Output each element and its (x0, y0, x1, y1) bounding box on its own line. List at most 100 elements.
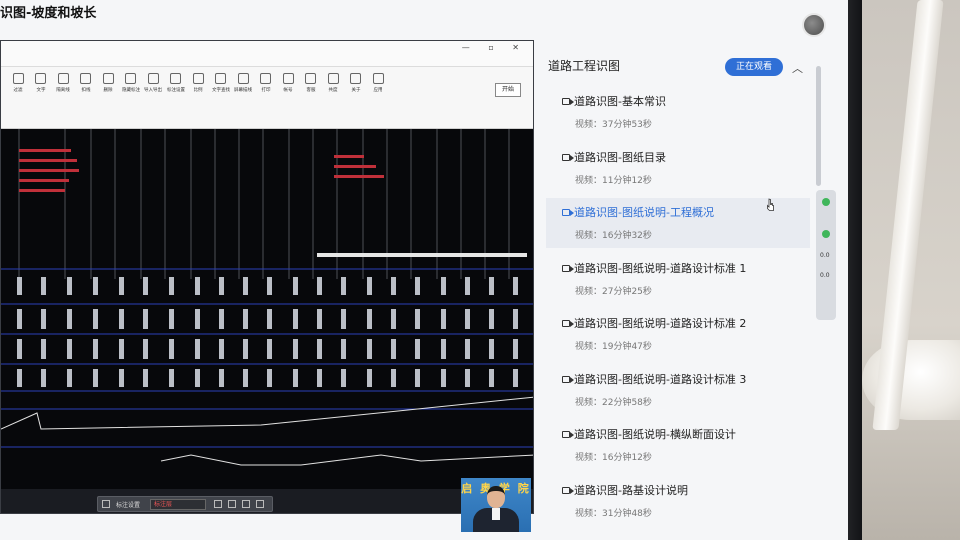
ribbon-tool-label: 过滤 (13, 87, 23, 93)
video-icon (562, 209, 574, 216)
scrollbar[interactable] (816, 66, 821, 186)
video-icon (562, 153, 574, 161)
move-icon[interactable] (228, 500, 236, 508)
lesson-duration: 视频：31分钟48秒 (575, 508, 652, 519)
lesson-title: 道路识图-图纸说明-工程概况 (574, 206, 714, 219)
lesson-title: 道路识图-路基设计说明 (574, 483, 688, 497)
lesson-title: 道路识图-图纸说明-横纵断面设计 (574, 428, 736, 441)
lesson-item[interactable]: 道路识图-基本常识 视频：37分钟53秒 (546, 87, 810, 137)
lesson-item[interactable]: 道路识图-图纸目录 视频：11分钟12秒 (546, 143, 810, 193)
lesson-item[interactable]: 道路识图-图纸说明-横纵断面设计 视频：16分钟12秒 (546, 420, 810, 470)
grid-icon[interactable] (102, 500, 110, 508)
lesson-item[interactable]: 道路识图-图纸说明-道路设计标准 1 视频：27分钟25秒 (546, 254, 810, 304)
ribbon-tool-label: 导入导出 (143, 87, 162, 93)
layers-icon[interactable] (256, 500, 264, 508)
video-icon (562, 98, 574, 105)
video-icon (562, 431, 574, 438)
status-dot-icon (822, 198, 830, 206)
ribbon-tool-label: 屏幕描线 (233, 87, 252, 93)
lesson-item[interactable]: 道路识图-图纸说明-道路设计标准 3 视频：22分钟58秒 (546, 365, 810, 415)
lesson-duration: 视频：19分钟47秒 (575, 342, 652, 352)
lesson-duration: 视频：22分钟58秒 (575, 397, 652, 408)
video-icon (562, 486, 574, 494)
tool-icon (57, 73, 69, 84)
lesson-title: 道路识图-基本常识 (574, 95, 666, 108)
lesson-duration: 视频：11分钟12秒 (575, 175, 652, 186)
tool-icon (305, 73, 316, 84)
lesson-item[interactable]: 道路识图-路基设计说明 视频：31分钟48秒 (546, 476, 810, 526)
ribbon-tool-label: 关于 (350, 87, 360, 93)
ribbon-tool-label: 文字 (35, 87, 45, 93)
tool-icon (237, 73, 249, 84)
ribbon-tool[interactable]: 应用 (365, 73, 391, 93)
lesson-title: 道路识图-图纸说明-道路设计标准 1 (574, 261, 747, 275)
presenter-head (487, 486, 505, 508)
ribbon-tool-label: 标注设置 (166, 87, 185, 93)
status-dot-icon (822, 230, 830, 238)
app-ribbon: 过滤 文字 隔离线 扣线 删除 隐藏标注 导入导出 标注设置 比例 文字查找 屏幕描线 打印 帐号 客服 共… (1, 67, 533, 129)
open-button[interactable]: 开始 (495, 83, 521, 97)
video-player[interactable]: — ▫ ✕ 过滤 文字 隔离线 扣线 删除 隐藏标注 导入导出 标注设置 比例 文字查找 屏幕描线 打… (0, 40, 534, 514)
ribbon-tool-label: 打印 (260, 87, 270, 93)
lesson-duration: 视频：16分钟32秒 (575, 231, 652, 241)
annotation-settings-label: 标注设置 (116, 502, 141, 509)
app-window-titlebar: — ▫ ✕ (1, 41, 533, 67)
tool-icon (35, 73, 46, 84)
lesson-duration: 视频：37分钟53秒 (575, 120, 652, 130)
tool-icon (350, 73, 361, 84)
tool-icon (147, 73, 159, 84)
lesson-title: 道路识图-图纸说明-道路设计标准 3 (574, 372, 747, 386)
cad-drawing-canvas (1, 129, 533, 466)
ribbon-tool-label: 文字查找 (211, 87, 230, 93)
watching-badge: 正在观看 (725, 58, 783, 76)
lesson-duration: 视频：16分钟12秒 (575, 453, 652, 463)
window-controls[interactable]: — ▫ ✕ (462, 43, 527, 52)
page-title: 识图-坡度和坡长 (0, 6, 97, 21)
video-icon (562, 320, 574, 327)
lesson-item[interactable]: 道路识图-图纸说明-道路设计标准 2 视频：19分钟47秒 (546, 309, 810, 359)
presenter-shirt (492, 508, 500, 520)
widget-value: 0.0 (820, 252, 830, 259)
course-title: 道路工程识图 (548, 59, 621, 73)
tool-icon (260, 73, 271, 84)
course-panel: 道路工程识图 正在观看 ︿ 道路识图-基本常识 视频：37分钟53秒 道路识图-图纸… (534, 40, 812, 540)
lesson-duration: 视频：27分钟25秒 (575, 286, 652, 297)
widget-value: 0.0 (820, 272, 830, 279)
tool-icon (80, 73, 91, 84)
copy-icon[interactable] (242, 500, 250, 508)
lesson-title: 道路识图-图纸目录 (574, 150, 666, 164)
red-annotations (19, 149, 384, 192)
tool-icon (12, 73, 24, 84)
tool-icon (327, 73, 339, 84)
chevron-up-icon[interactable]: ︿ (792, 60, 803, 76)
ribbon-tool-label: 删除 (103, 87, 113, 93)
ribbon-tool-label: 帐号 (283, 87, 293, 93)
drawing-bottom-toolbar: 标注设置 标注层 (97, 496, 273, 512)
ribbon-tool-label: 共度 (328, 87, 338, 93)
lesson-title: 道路识图-图纸说明-道路设计标准 2 (574, 317, 747, 330)
edit-icon[interactable] (214, 500, 222, 508)
ribbon-tool-label: 隐藏标注 (121, 87, 140, 93)
tool-icon (215, 73, 226, 84)
avatar[interactable] (802, 13, 826, 37)
ribbon-tool-label: 比例 (193, 87, 203, 93)
profile-lines (1, 396, 533, 466)
tool-icon (102, 73, 114, 84)
video-icon (562, 264, 574, 272)
ribbon-tool-label: 客服 (305, 87, 315, 93)
table-values (17, 277, 518, 387)
layer-select[interactable]: 标注层 (150, 499, 206, 510)
ribbon-tool-label: 隔离线 (56, 87, 70, 93)
tool-icon (192, 73, 204, 84)
presenter-video: 启 奥 学 院 (461, 478, 531, 532)
ribbon-tool-label: 应用 (373, 87, 383, 93)
ribbon-tool-label: 扣线 (80, 87, 90, 93)
mouse-cursor-icon (767, 198, 774, 211)
white-note-text (317, 253, 527, 257)
side-widget: 0.0 0.0 (816, 190, 836, 320)
tool-icon (282, 73, 294, 84)
cad-drawing (1, 129, 533, 489)
video-icon (562, 375, 574, 383)
tool-icon (372, 73, 384, 84)
tool-icon (125, 73, 136, 84)
